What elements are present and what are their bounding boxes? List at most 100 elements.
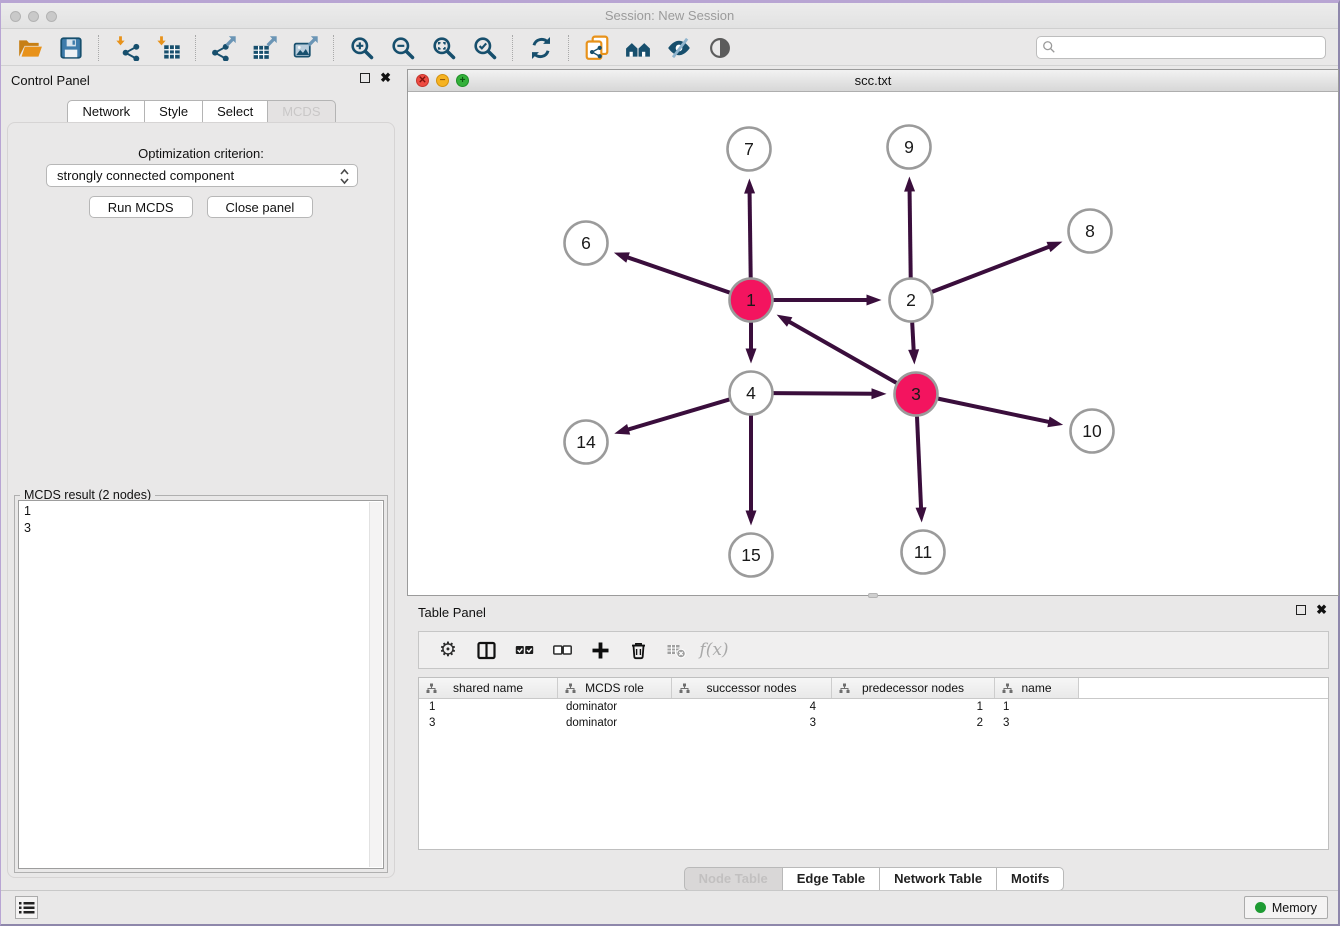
export-table-icon — [252, 35, 278, 61]
export-table-button[interactable] — [250, 33, 279, 62]
table-cell[interactable]: 3 — [995, 715, 1079, 731]
column-header-name[interactable]: name — [995, 678, 1079, 698]
table-cell[interactable]: 3 — [672, 715, 832, 731]
split-columns-button[interactable] — [473, 637, 499, 663]
column-header-MCDS-role[interactable]: MCDS role — [558, 678, 672, 698]
refresh-layout-button[interactable] — [526, 33, 555, 62]
zoom-out-button[interactable] — [388, 33, 417, 62]
result-scrollbar[interactable] — [369, 502, 382, 867]
tab-mcds[interactable]: MCDS — [267, 100, 335, 124]
node-table[interactable]: shared nameMCDS rolesuccessor nodesprede… — [418, 677, 1329, 850]
edge-3-11[interactable] — [917, 416, 921, 510]
edge-2-9[interactable] — [910, 188, 911, 277]
tab-style[interactable]: Style — [144, 100, 203, 124]
graph-node-3[interactable]: 3 — [895, 373, 938, 416]
edge-1-6[interactable] — [625, 257, 730, 293]
delete-table-button[interactable] — [663, 637, 689, 663]
graph-node-14[interactable]: 14 — [565, 421, 608, 464]
graph-node-9[interactable]: 9 — [888, 126, 931, 169]
optimization-criterion-dropdown[interactable]: strongly connected component — [46, 164, 358, 187]
graph-node-11[interactable]: 11 — [902, 531, 945, 574]
deselect-all-button[interactable] — [549, 637, 575, 663]
edge-3-1[interactable] — [787, 321, 896, 383]
table-cell[interactable]: dominator — [558, 715, 672, 731]
zoom-in-button[interactable] — [347, 33, 376, 62]
import-table-button[interactable] — [153, 33, 182, 62]
table-row[interactable]: 3dominator323 — [419, 715, 1328, 731]
memory-status-icon — [1255, 902, 1266, 913]
delete-column-button[interactable] — [625, 637, 651, 663]
select-all-button[interactable] — [511, 637, 537, 663]
edge-4-14[interactable] — [626, 399, 730, 430]
tab-edge-table[interactable]: Edge Table — [782, 867, 880, 891]
graph-node-10[interactable]: 10 — [1071, 410, 1114, 453]
table-cell[interactable]: 1 — [995, 699, 1079, 715]
edge-1-7[interactable] — [750, 190, 751, 277]
node-label: 3 — [911, 384, 921, 404]
run-mcds-button[interactable]: Run MCDS — [89, 196, 193, 218]
column-header-predecessor-nodes[interactable]: predecessor nodes — [832, 678, 995, 698]
table-cell[interactable]: 2 — [832, 715, 995, 731]
table-row[interactable]: 1dominator411 — [419, 699, 1328, 715]
table-cell[interactable]: dominator — [558, 699, 672, 715]
graph-node-6[interactable]: 6 — [565, 222, 608, 265]
save-button[interactable] — [56, 33, 85, 62]
node-label: 9 — [904, 137, 914, 157]
tab-network-table[interactable]: Network Table — [879, 867, 997, 891]
network-view-titlebar[interactable]: ✕ − + scc.txt — [408, 70, 1338, 92]
float-table-panel-icon[interactable] — [1296, 605, 1306, 615]
edge-arrow-icon — [867, 295, 882, 306]
table-cell[interactable]: 3 — [419, 715, 558, 731]
toggle-view-button[interactable] — [705, 33, 734, 62]
task-history-button[interactable] — [15, 896, 38, 919]
graph-node-15[interactable]: 15 — [730, 534, 773, 577]
duplicate-network-button[interactable] — [582, 33, 611, 62]
tab-node-table[interactable]: Node Table — [684, 867, 783, 891]
gear-button[interactable]: ⚙ — [435, 637, 461, 663]
graph-node-2[interactable]: 2 — [890, 279, 933, 322]
open-folder-button[interactable] — [15, 33, 44, 62]
search-input[interactable] — [1036, 36, 1326, 59]
hierarchy-icon — [426, 683, 437, 694]
export-image-button[interactable] — [291, 33, 320, 62]
zoom-selected-button[interactable] — [470, 33, 499, 62]
graph-node-1[interactable]: 1 — [730, 279, 773, 322]
column-header-shared-name[interactable]: shared name — [419, 678, 558, 698]
edge-3-10[interactable] — [938, 399, 1051, 423]
export-network-button[interactable] — [209, 33, 238, 62]
edge-4-3[interactable] — [773, 393, 874, 394]
graph-node-8[interactable]: 8 — [1069, 210, 1112, 253]
tab-select[interactable]: Select — [202, 100, 268, 124]
edge-2-8[interactable] — [932, 246, 1051, 292]
import-network-button[interactable] — [112, 33, 141, 62]
table-cell[interactable]: 1 — [419, 699, 558, 715]
import-network-icon — [114, 35, 140, 61]
close-panel-icon[interactable]: ✖ — [380, 73, 391, 83]
zoom-in-icon — [349, 35, 375, 61]
mcds-result-text[interactable]: 1 3 — [18, 500, 384, 869]
tab-motifs[interactable]: Motifs — [996, 867, 1064, 891]
table-cell[interactable]: 1 — [832, 699, 995, 715]
zoom-fit-button[interactable] — [429, 33, 458, 62]
node-label: 4 — [746, 383, 756, 403]
column-header-successor-nodes[interactable]: successor nodes — [672, 678, 832, 698]
close-panel-button[interactable]: Close panel — [207, 196, 314, 218]
graph-node-4[interactable]: 4 — [730, 372, 773, 415]
table-cell[interactable]: 4 — [672, 699, 832, 715]
close-table-panel-icon[interactable]: ✖ — [1316, 605, 1327, 615]
hierarchy-icon — [839, 683, 850, 694]
list-icon — [19, 901, 35, 915]
graph-node-7[interactable]: 7 — [728, 128, 771, 171]
add-column-button[interactable] — [587, 637, 613, 663]
tab-network[interactable]: Network — [67, 100, 145, 124]
hide-panels-button[interactable] — [664, 33, 693, 62]
memory-button[interactable]: Memory — [1244, 896, 1328, 919]
edge-2-3[interactable] — [912, 322, 914, 352]
toolbar-separator — [568, 35, 569, 61]
function-builder-button[interactable]: f(x) — [701, 637, 727, 663]
delete-column-icon — [629, 641, 648, 660]
network-canvas[interactable]: 1 2 3 4 6 7 8 9 10 11 14 15 — [408, 92, 1338, 595]
first-neighbors-button[interactable] — [623, 33, 652, 62]
float-panel-icon[interactable] — [360, 73, 370, 83]
node-label: 7 — [744, 139, 754, 159]
